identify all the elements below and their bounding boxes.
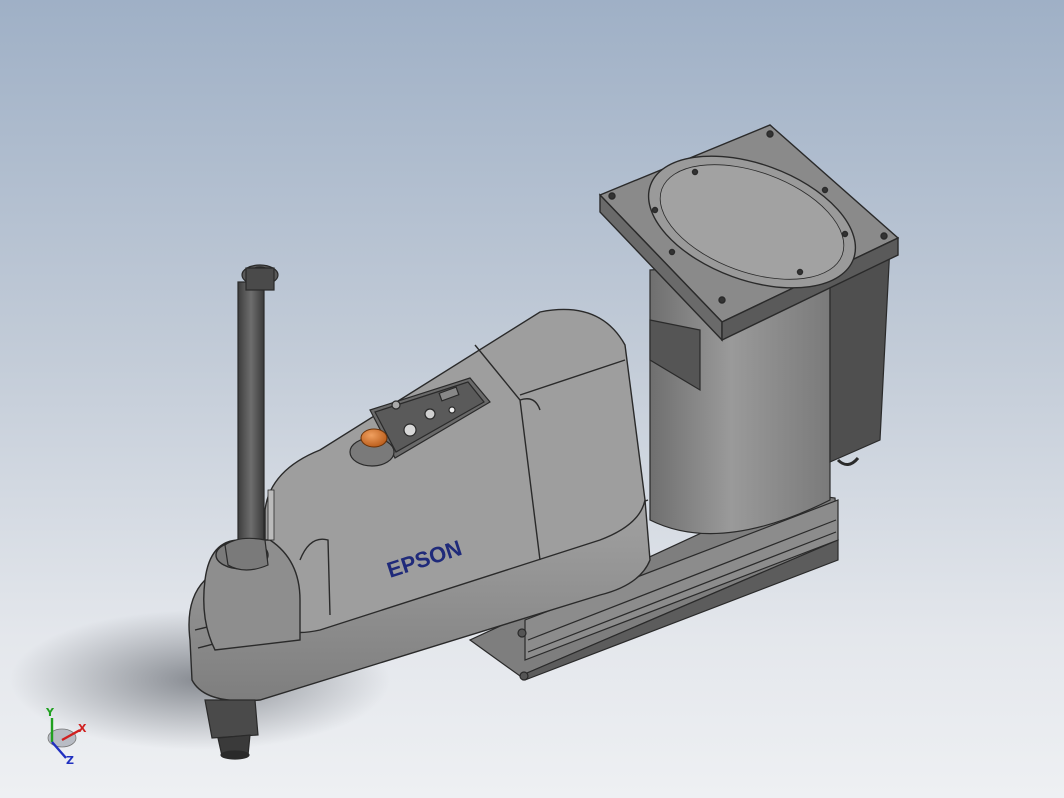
triad-y-label: Y xyxy=(45,706,55,719)
triad-z-label: Z xyxy=(66,754,74,767)
spline-shaft[interactable] xyxy=(224,264,279,571)
tool-flange[interactable] xyxy=(204,699,259,760)
triad-x-label: X xyxy=(78,722,87,735)
model-view[interactable]: EPSON X Y Z xyxy=(0,0,1064,798)
cad-graphics-viewport[interactable]: EPSON X Y Z xyxy=(0,0,1064,798)
